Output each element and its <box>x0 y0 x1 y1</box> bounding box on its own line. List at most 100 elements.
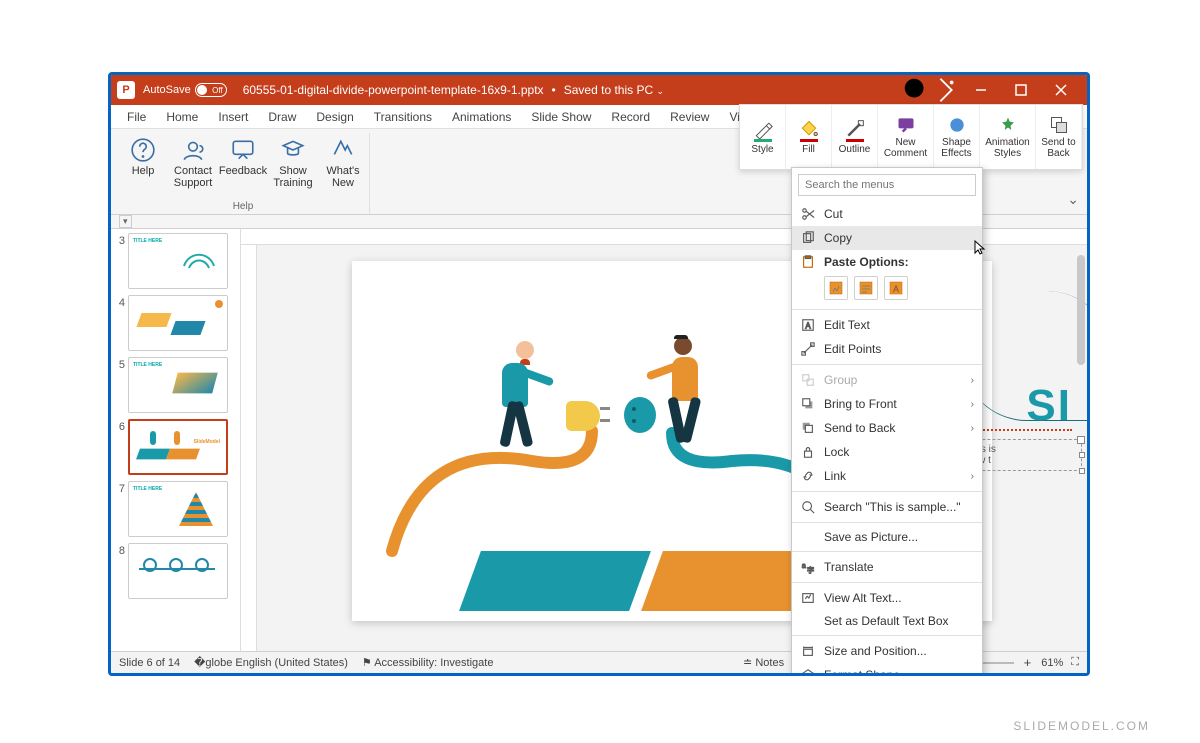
send-back-icon <box>800 420 816 436</box>
send-to-back-button[interactable]: Send to Back <box>1036 105 1082 169</box>
ribbon-group-help: Help Contact Support Feedback Show Train… <box>117 133 370 214</box>
svg-text:a: a <box>802 563 806 570</box>
slide-counter[interactable]: Slide 6 of 14 <box>119 657 180 669</box>
outline-button[interactable]: Outline <box>832 105 878 169</box>
title-bar: P AutoSave Off 60555-01-digital-divide-p… <box>111 75 1087 105</box>
contact-support-button[interactable]: Contact Support <box>171 133 215 193</box>
tab-animations[interactable]: Animations <box>442 106 521 128</box>
search-icon[interactable] <box>901 75 931 105</box>
tab-review[interactable]: Review <box>660 106 719 128</box>
ctx-lock[interactable]: Lock <box>792 440 982 464</box>
maximize-button[interactable] <box>1001 75 1041 105</box>
autosave-pill[interactable]: Off <box>195 83 227 97</box>
animation-styles-button[interactable]: Animation Styles <box>980 105 1036 169</box>
ctx-format-shape[interactable]: Format Shape... <box>792 663 982 676</box>
shape-effects-button[interactable]: Shape Effects <box>934 105 980 169</box>
lock-icon <box>800 444 816 460</box>
whats-new-button[interactable]: What's New <box>321 133 365 193</box>
ctx-view-alt-text[interactable]: View Alt Text... <box>792 586 982 610</box>
ctx-group: Group› <box>792 368 982 392</box>
context-search-input[interactable] <box>798 174 976 196</box>
socket-teal <box>624 397 656 433</box>
person-left <box>502 341 534 407</box>
powerpoint-icon: P <box>117 81 135 99</box>
zoom-value[interactable]: 61% <box>1041 657 1063 669</box>
ctx-search-selection[interactable]: Search "This is sample..." <box>792 495 982 519</box>
paste-option-2[interactable] <box>854 276 878 300</box>
style-button[interactable]: Style <box>740 105 786 169</box>
fill-button[interactable]: Fill <box>786 105 832 169</box>
ctx-save-as-picture[interactable]: Save as Picture... <box>792 526 982 548</box>
paste-options-row: A <box>792 274 982 306</box>
tab-home[interactable]: Home <box>156 106 208 128</box>
ctx-translate[interactable]: a字Translate <box>792 555 982 579</box>
fit-to-window[interactable]: ⛶ <box>1071 656 1079 669</box>
ribbon-collapse-icon[interactable]: ⌄ <box>1067 191 1079 208</box>
format-shape-icon <box>800 667 816 676</box>
person-right <box>672 337 698 401</box>
close-button[interactable] <box>1041 75 1081 105</box>
help-button[interactable]: Help <box>121 133 165 193</box>
show-training-button[interactable]: Show Training <box>271 133 315 193</box>
watermark: SLIDEMODEL.COM <box>1013 719 1150 733</box>
paste-option-3[interactable]: A <box>884 276 908 300</box>
ribbon-group-label: Help <box>233 201 254 214</box>
slide-thumbnails-panel[interactable]: 3TITLE HERE 4 5TITLE HERE 6SlideModel 7T… <box>111 229 241 651</box>
powerpoint-window: P AutoSave Off 60555-01-digital-divide-p… <box>108 72 1090 676</box>
link-icon <box>800 468 816 484</box>
thumbnail-8[interactable] <box>128 543 228 599</box>
vertical-scrollbar[interactable] <box>1077 255 1085 365</box>
save-state[interactable]: Saved to this PC ⌄ <box>564 83 664 97</box>
svg-text:A: A <box>893 284 899 294</box>
feedback-button[interactable]: Feedback <box>221 133 265 193</box>
notes-button[interactable]: ≐ Notes <box>743 656 784 669</box>
translate-icon: a字 <box>800 559 816 575</box>
accessibility-status[interactable]: ⚑ Accessibility: Investigate <box>362 656 494 669</box>
contextual-mini-toolbar: Style Fill Outline New Comment Shape Eff… <box>739 104 1083 170</box>
tab-draw[interactable]: Draw <box>258 106 306 128</box>
ctx-edit-text[interactable]: AEdit Text <box>792 313 982 337</box>
ctx-link[interactable]: Link› <box>792 464 982 488</box>
edit-text-icon: A <box>800 317 816 333</box>
thumbnail-6[interactable]: SlideModel <box>128 419 228 475</box>
thumbnail-3[interactable]: TITLE HERE <box>128 233 228 289</box>
ctx-send-to-back[interactable]: Send to Back› <box>792 416 982 440</box>
svg-text:字: 字 <box>807 565 814 574</box>
ctx-copy[interactable]: Copy <box>792 226 982 250</box>
thumbnail-4[interactable] <box>128 295 228 351</box>
plug-yellow <box>566 401 600 431</box>
tab-transitions[interactable]: Transitions <box>364 106 442 128</box>
alt-text-icon <box>800 590 816 606</box>
zoom-in[interactable]: + <box>1022 655 1034 670</box>
cursor-pointer <box>973 239 989 260</box>
copy-icon <box>800 230 816 246</box>
edit-points-icon <box>800 341 816 357</box>
thumbnail-5[interactable]: TITLE HERE <box>128 357 228 413</box>
tab-slideshow[interactable]: Slide Show <box>521 106 601 128</box>
document-filename: 60555-01-digital-divide-powerpoint-templ… <box>243 83 544 97</box>
search-icon <box>800 499 816 515</box>
group-icon <box>800 372 816 388</box>
tab-file[interactable]: File <box>117 106 156 128</box>
tab-design[interactable]: Design <box>306 106 363 128</box>
ctx-size-and-position[interactable]: Size and Position... <box>792 639 982 663</box>
context-search[interactable] <box>798 174 976 196</box>
thumbnail-7[interactable]: TITLE HERE <box>128 481 228 537</box>
paste-option-1[interactable] <box>824 276 848 300</box>
scissors-icon <box>800 206 816 222</box>
minimize-button[interactable] <box>961 75 1001 105</box>
new-comment-button[interactable]: New Comment <box>878 105 934 169</box>
qat-dropdown[interactable]: ▾ <box>119 215 132 228</box>
svg-text:A: A <box>805 322 811 331</box>
tab-record[interactable]: Record <box>601 106 660 128</box>
language-status[interactable]: �globe English (United States) <box>194 656 348 669</box>
ctx-edit-points[interactable]: Edit Points <box>792 337 982 361</box>
tab-insert[interactable]: Insert <box>208 106 258 128</box>
context-menu: Cut Copy Paste Options: A AEdit Text Edi… <box>791 167 983 676</box>
mic-icon[interactable] <box>931 75 961 105</box>
ctx-bring-to-front[interactable]: Bring to Front› <box>792 392 982 416</box>
ctx-set-default-textbox[interactable]: Set as Default Text Box <box>792 610 982 632</box>
autosave-toggle[interactable]: AutoSave Off <box>143 83 227 97</box>
bring-front-icon <box>800 396 816 412</box>
ctx-cut[interactable]: Cut <box>792 202 982 226</box>
